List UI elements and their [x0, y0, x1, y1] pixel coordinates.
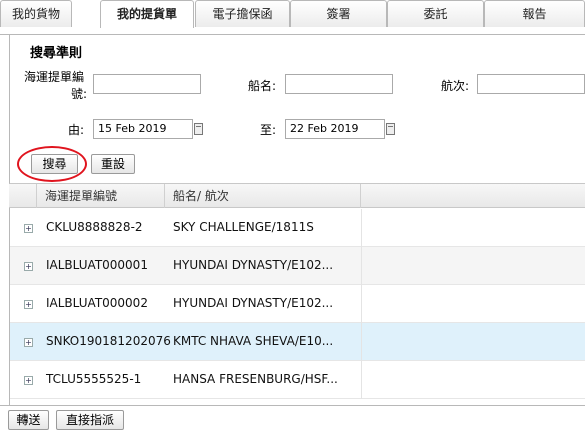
vessel-voyage-cell: SKY CHALLENGE/1811S [173, 220, 314, 234]
vessel-voyage-cell: HYUNDAI DYNASTY/E102... [173, 258, 334, 272]
bl-number-input[interactable] [93, 74, 201, 94]
bl-number-label-line2: 號: [71, 87, 88, 101]
column-separator [164, 184, 165, 208]
column-header-vessel-voyage[interactable]: 船名/ 航次 [173, 184, 229, 208]
bl-number-cell: TCLU5555525-1 [46, 372, 142, 386]
expand-icon[interactable]: + [24, 376, 33, 385]
bl-number-label-line1: 海運提單編 [24, 70, 85, 84]
direct-assign-button[interactable]: 直接指派 [56, 410, 124, 430]
bl-number-cell: CKLU8888828-2 [46, 220, 143, 234]
tab-entrust[interactable]: 委託 [387, 0, 484, 27]
table-row-selected[interactable]: + SNKO190181202076 KMTC NHAVA SHEVA/E10.… [10, 323, 585, 361]
tab-report[interactable]: 報告 [484, 0, 585, 27]
tab-sign[interactable]: 簽署 [290, 0, 387, 27]
expand-icon[interactable]: + [24, 338, 33, 347]
to-date-label: 至: [260, 123, 277, 137]
vessel-voyage-cell: KMTC NHAVA SHEVA/E10... [173, 334, 334, 348]
tab-my-cargo[interactable]: 我的貨物 [0, 0, 72, 27]
forward-button[interactable]: 轉送 [8, 410, 49, 430]
expand-icon[interactable]: + [24, 300, 33, 309]
table-row[interactable]: + TCLU5555525-1 HANSA FRESENBURG/HSF... [10, 361, 585, 399]
table-row[interactable]: + IALBLUAT000001 HYUNDAI DYNASTY/E102... [10, 247, 585, 285]
vessel-voyage-cell: HYUNDAI DYNASTY/E102... [173, 296, 334, 310]
bl-number-cell: SNKO190181202076 [46, 334, 171, 348]
highlight-circle-annotation [17, 146, 87, 182]
expand-icon[interactable]: + [24, 262, 33, 271]
column-separator [361, 247, 362, 285]
calendar-icon[interactable] [386, 123, 395, 135]
vessel-input[interactable] [285, 74, 393, 94]
voyage-label: 航次: [441, 79, 470, 93]
column-separator [361, 285, 362, 323]
voyage-input[interactable] [477, 74, 585, 94]
column-separator [361, 209, 362, 247]
calendar-icon[interactable] [194, 123, 203, 135]
vessel-label: 船名: [248, 79, 277, 93]
tab-electronic-guarantee[interactable]: 電子擔保函 [195, 0, 290, 27]
from-date-label: 由: [68, 123, 85, 137]
vessel-voyage-cell: HANSA FRESENBURG/HSF... [173, 372, 338, 386]
bl-number-cell: IALBLUAT000002 [46, 296, 148, 310]
column-separator [361, 323, 362, 361]
to-date-input[interactable]: 22 Feb 2019 [285, 119, 385, 139]
bl-number-cell: IALBLUAT000001 [46, 258, 148, 272]
column-header-bl-number[interactable]: 海運提單編號 [45, 184, 117, 208]
search-criteria-title: 搜尋準則 [30, 46, 83, 61]
column-separator [36, 184, 37, 208]
grid-header: 海運提單編號 船名/ 航次 [9, 184, 585, 208]
column-separator [361, 361, 362, 399]
column-separator [360, 184, 361, 208]
reset-button[interactable]: 重設 [91, 154, 135, 174]
table-row[interactable]: + IALBLUAT000002 HYUNDAI DYNASTY/E102... [10, 285, 585, 323]
from-date-input[interactable]: 15 Feb 2019 [93, 119, 193, 139]
table-row[interactable]: + CKLU8888828-2 SKY CHALLENGE/1811S [10, 209, 585, 247]
tab-my-delivery-orders[interactable]: 我的提貨單 [100, 0, 194, 28]
expand-icon[interactable]: + [24, 224, 33, 233]
